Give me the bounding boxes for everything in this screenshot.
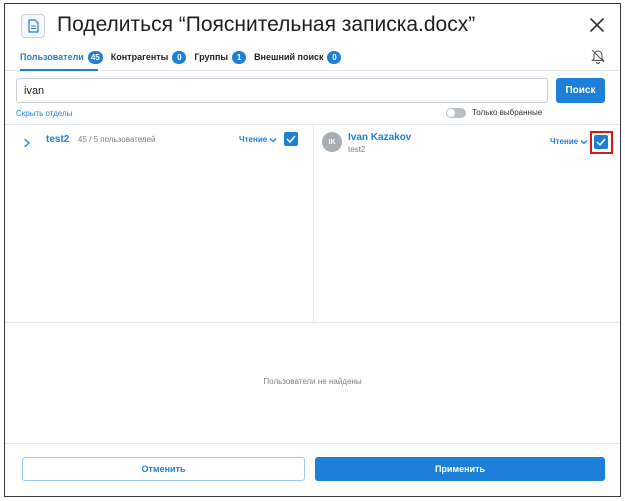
close-icon[interactable] — [586, 14, 608, 36]
tab-bar: Пользователи 45 Контрагенты 0 Группы 1 В… — [20, 46, 349, 68]
user-name[interactable]: Ivan Kazakov — [348, 132, 411, 143]
tab-label: Группы — [194, 52, 229, 62]
hide-departments-link[interactable]: Скрыть отделы — [16, 109, 72, 118]
permission-label: Чтение — [550, 137, 579, 146]
search-button[interactable]: Поиск — [556, 78, 605, 103]
pane-vertical-divider — [313, 125, 314, 323]
tab-external-search[interactable]: Внешний поиск 0 — [254, 50, 342, 64]
group-member-count: 45 / 5 пользователей — [78, 135, 156, 144]
toggle-knob — [447, 109, 455, 117]
only-selected-toggle[interactable] — [446, 108, 466, 118]
panes-divider — [5, 322, 620, 323]
tab-users[interactable]: Пользователи 45 — [20, 50, 103, 64]
checkmark-icon — [286, 135, 296, 143]
tab-contractors[interactable]: Контрагенты 0 — [110, 50, 187, 64]
tab-label: Пользователи — [20, 52, 84, 62]
user-checkbox[interactable] — [594, 135, 608, 149]
tab-label: Внешний поиск — [254, 52, 324, 62]
user-permission-dropdown[interactable]: Чтение — [550, 137, 588, 146]
active-tab-indicator — [20, 69, 98, 71]
group-checkbox[interactable] — [284, 132, 298, 146]
document-icon — [21, 14, 45, 38]
only-selected-label: Только выбранные — [472, 108, 543, 117]
bell-off-icon[interactable] — [589, 47, 607, 65]
count-badge: 0 — [172, 50, 187, 64]
count-badge: 0 — [327, 50, 342, 64]
search-input[interactable] — [16, 78, 548, 103]
avatar: IK — [322, 132, 342, 152]
count-badge: 1 — [232, 50, 247, 64]
count-badge: 45 — [87, 50, 103, 64]
checkmark-icon — [596, 138, 606, 146]
user-group: test2 — [348, 145, 366, 154]
footer-divider — [5, 443, 620, 444]
share-dialog: Поделиться “Пояснительная записка.docx” … — [4, 3, 621, 497]
dialog-header: Поделиться “Пояснительная записка.docx” — [5, 4, 620, 48]
group-permission-dropdown[interactable]: Чтение — [239, 135, 277, 144]
permission-label: Чтение — [239, 135, 268, 144]
group-name[interactable]: test2 — [46, 134, 69, 145]
chevron-down-icon — [269, 137, 277, 142]
dialog-title: Поделиться “Пояснительная записка.docx” — [57, 13, 476, 36]
chevron-right-icon[interactable] — [22, 135, 32, 148]
empty-state-message: Пользователи не найдены — [263, 377, 362, 386]
apply-button[interactable]: Применить — [315, 457, 605, 481]
tab-groups[interactable]: Группы 1 — [194, 50, 247, 64]
tab-label: Контрагенты — [110, 52, 169, 62]
chevron-down-icon — [580, 139, 588, 144]
cancel-button[interactable]: Отменить — [22, 457, 305, 481]
